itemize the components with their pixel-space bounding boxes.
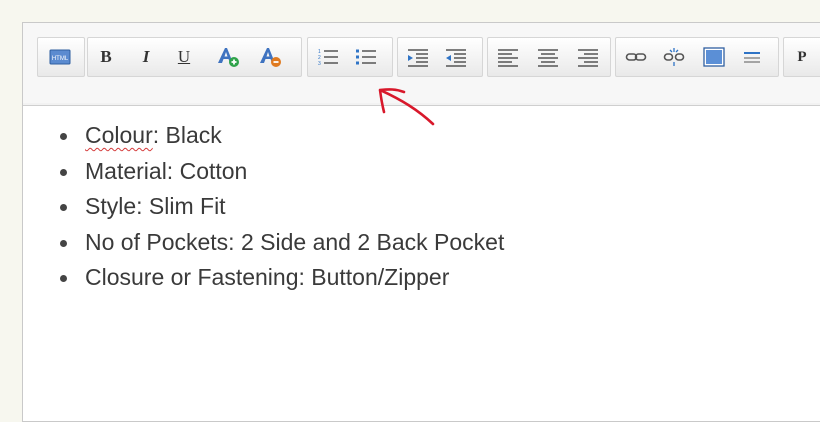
list-item: Colour: Black [59, 118, 504, 154]
bullet-list: Colour: Black Material: Cotton Style: Sl… [59, 118, 505, 296]
align-center-button[interactable] [536, 43, 560, 71]
unordered-list-icon [356, 49, 376, 65]
background-color-button[interactable] [256, 43, 284, 71]
list-item: Style: Slim Fit [59, 189, 504, 225]
editor-toolbar: HTML B I U 1 2 3 P [23, 23, 820, 103]
link-icon [625, 53, 647, 61]
indent-icon [408, 49, 428, 67]
ordered-list-button[interactable]: 1 2 3 [316, 43, 340, 71]
outdent-icon [446, 49, 466, 67]
image-icon [703, 47, 725, 67]
align-right-button[interactable] [576, 43, 600, 71]
text-color-button[interactable] [214, 43, 242, 71]
outdent-button[interactable] [444, 43, 468, 71]
background-color-icon [260, 48, 281, 67]
bold-button[interactable]: B [94, 43, 118, 71]
html-source-button[interactable]: HTML [48, 43, 72, 71]
italic-label: I [142, 47, 150, 66]
horizontal-rule-button[interactable] [740, 43, 764, 71]
html-icon-text: HTML [52, 56, 69, 62]
ordered-list-icon: 1 2 3 [318, 49, 338, 67]
list-item-text: Material: Cotton [85, 157, 248, 184]
text-color-icon [218, 48, 239, 67]
align-left-button[interactable] [496, 43, 520, 71]
align-right-icon [578, 49, 598, 67]
toolbar-group-paragraph: P [783, 37, 820, 77]
list-item-text: Style: Slim Fit [85, 193, 226, 219]
link-button[interactable] [624, 43, 648, 71]
editor-content-area[interactable]: Colour: Black Material: Cotton Style: Sl… [23, 105, 820, 421]
list-item-misspelled-word: Colour [85, 122, 153, 148]
toolbar-group-indent [397, 37, 483, 77]
paragraph-label: P [797, 48, 807, 65]
toolbar-group-source: HTML [37, 37, 85, 77]
image-button[interactable] [702, 43, 726, 71]
align-center-icon [538, 49, 558, 67]
unordered-list-button[interactable] [354, 43, 378, 71]
toolbar-group-lists: 1 2 3 [307, 37, 393, 77]
indent-button[interactable] [406, 43, 430, 71]
list-item-text: : Black [152, 122, 222, 148]
underline-label: U [177, 47, 191, 66]
horizontal-rule-icon [744, 52, 760, 63]
list-item-text: No of Pockets: 2 Side and 2 Back Pocket [85, 228, 505, 255]
list-item-text: Closure or Fastening: Button/Zipper [85, 264, 450, 290]
bold-label: B [100, 47, 112, 66]
paragraph-format-button[interactable]: P [790, 43, 814, 71]
list-item: No of Pockets: 2 Side and 2 Back Pocket [59, 225, 505, 261]
underline-button[interactable]: U [172, 43, 196, 71]
list-item: Closure or Fastening: Button/Zipper [59, 260, 504, 296]
italic-button[interactable]: I [134, 43, 158, 71]
toolbar-group-format: B I U [87, 37, 302, 77]
align-left-icon [498, 49, 518, 67]
unlink-button[interactable] [662, 43, 686, 71]
unlink-icon [663, 48, 685, 66]
toolbar-group-insert [615, 37, 779, 77]
svg-text:3: 3 [318, 61, 321, 67]
toolbar-group-align [487, 37, 611, 77]
rich-text-editor: HTML B I U 1 2 3 P Colour: Black Materia… [22, 22, 820, 422]
list-item: Material: Cotton [59, 154, 504, 190]
html-icon: HTML [49, 49, 71, 65]
